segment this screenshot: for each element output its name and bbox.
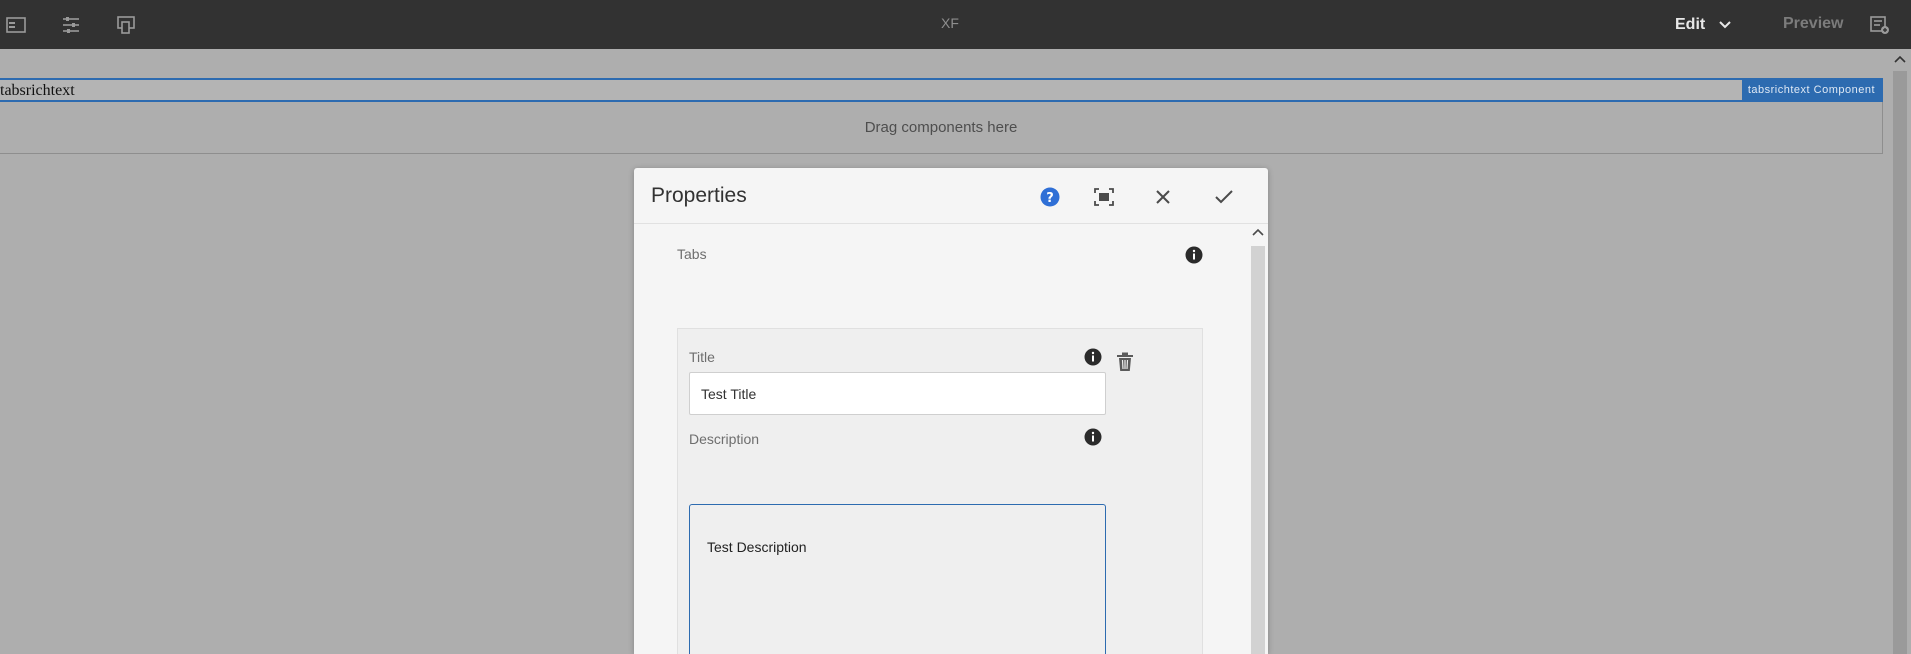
- properties-dialog: Properties ? Tabs Title Descripti: [634, 168, 1268, 654]
- dialog-title: Properties: [651, 184, 747, 207]
- dialog-scrollbar-thumb[interactable]: [1251, 246, 1265, 654]
- tabs-multifield-item: Title Description Test Description: [677, 328, 1203, 654]
- info-icon[interactable]: [1084, 428, 1102, 446]
- description-rich-text-editor[interactable]: Test Description: [689, 504, 1106, 654]
- scroll-up-icon[interactable]: [1252, 228, 1264, 236]
- emulator-icon[interactable]: [115, 14, 137, 36]
- mode-dropdown[interactable]: Edit: [1675, 13, 1731, 37]
- chevron-down-icon: [1719, 16, 1731, 34]
- page-scrollbar[interactable]: [1889, 49, 1911, 654]
- page-scrollbar-thumb[interactable]: [1893, 71, 1907, 654]
- dialog-body: Tabs Title Description Test Description: [634, 224, 1248, 654]
- scroll-up-icon[interactable]: [1894, 55, 1906, 63]
- check-icon[interactable]: [1212, 185, 1236, 209]
- dialog-scrollbar[interactable]: [1248, 224, 1268, 654]
- drop-placeholder: Drag components here: [864, 119, 1018, 136]
- svg-text:?: ?: [1046, 191, 1054, 206]
- fullscreen-icon[interactable]: [1092, 185, 1116, 209]
- side-panel-icon[interactable]: [5, 14, 27, 36]
- description-text[interactable]: Test Description: [707, 539, 807, 555]
- title-input[interactable]: [689, 372, 1106, 415]
- close-icon[interactable]: [1151, 185, 1175, 209]
- component-badge: tabsrichtext Component: [1741, 80, 1881, 100]
- app-title: XF: [941, 15, 959, 31]
- drop-zone[interactable]: Drag components here: [0, 102, 1883, 154]
- preview-button[interactable]: Preview: [1783, 15, 1843, 33]
- properties-icon[interactable]: [60, 14, 82, 36]
- trash-icon[interactable]: [1115, 351, 1135, 373]
- title-label: Title: [689, 349, 715, 365]
- component-toolbar[interactable]: tabsrichtext tabsrichtext Component: [0, 78, 1883, 102]
- top-toolbar: XF Edit Preview: [0, 0, 1911, 49]
- info-icon[interactable]: [1084, 348, 1102, 366]
- help-icon[interactable]: ?: [1038, 185, 1062, 209]
- info-icon[interactable]: [1185, 246, 1203, 264]
- mode-label: Edit: [1675, 16, 1706, 33]
- page-info-icon[interactable]: [1869, 14, 1891, 36]
- component-name: tabsrichtext: [0, 82, 75, 99]
- dialog-header: Properties ?: [634, 168, 1268, 224]
- tabs-label: Tabs: [677, 246, 707, 262]
- description-label: Description: [689, 431, 760, 447]
